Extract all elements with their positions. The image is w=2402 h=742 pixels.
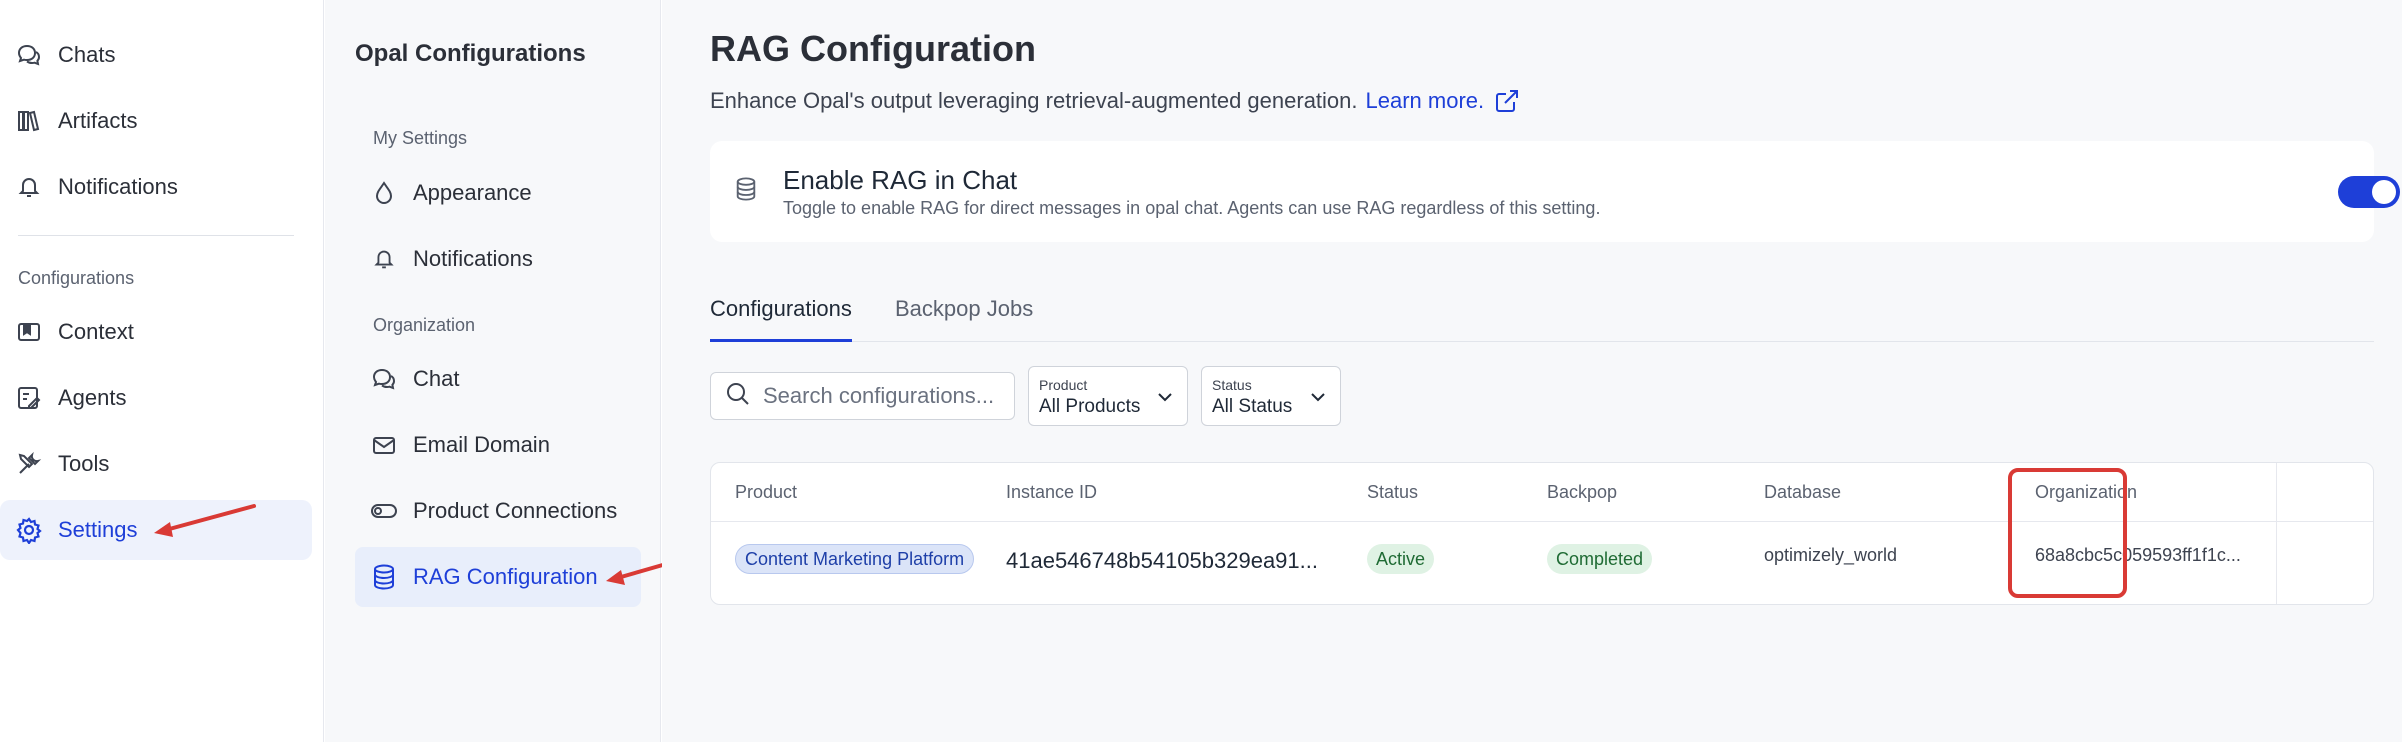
status-highlight-box xyxy=(2008,468,2127,598)
tools-icon xyxy=(14,449,44,479)
subnav-item-appearance[interactable]: Appearance xyxy=(355,163,641,223)
toggle-knob xyxy=(2372,180,2396,204)
subnav-item-chat[interactable]: Chat xyxy=(355,349,641,409)
bell-icon xyxy=(369,244,399,274)
settings-subnav: Opal Configurations My Settings Appearan… xyxy=(325,0,661,742)
status-filter-dropdown[interactable]: Status All Status xyxy=(1201,366,1341,426)
nav-label: Notifications xyxy=(58,174,178,199)
product-chip: Content Marketing Platform xyxy=(735,544,975,574)
external-link-icon[interactable] xyxy=(1494,88,1520,114)
search-icon xyxy=(725,381,751,412)
column-divider xyxy=(2276,463,2277,604)
nav-label: Agents xyxy=(58,385,127,410)
subnav-item-notifications[interactable]: Notifications xyxy=(355,229,641,289)
page-title: RAG Configuration xyxy=(710,28,1036,69)
annotation-arrow-settings xyxy=(154,504,256,537)
column-header-product[interactable]: Product xyxy=(735,482,797,503)
enable-rag-card: Enable RAG in Chat Toggle to enable RAG … xyxy=(710,141,2400,242)
subnav-label: Product Connections xyxy=(413,498,618,523)
subnav-label: Appearance xyxy=(413,180,532,205)
chat-icon xyxy=(369,364,399,394)
nav-label: Tools xyxy=(58,451,110,476)
tab-configurations[interactable]: Configurations xyxy=(710,296,852,342)
main-nav: Chats Artifacts Notifications Configurat… xyxy=(0,0,324,742)
droplet-icon xyxy=(369,178,399,208)
subnav-label: Chat xyxy=(413,366,460,391)
status-filter-label: Status xyxy=(1212,377,1252,393)
nav-label: Chats xyxy=(58,42,116,67)
nav-label: Settings xyxy=(58,517,138,542)
search-input[interactable]: Search configurations... xyxy=(710,372,1015,420)
page-description-text: Enhance Opal's output leveraging retriev… xyxy=(710,88,1358,113)
nav-divider xyxy=(18,235,294,236)
nav-item-chats[interactable]: Chats xyxy=(0,25,312,85)
backpop-badge: Completed xyxy=(1547,544,1653,574)
subnav-label: RAG Configuration xyxy=(413,564,598,589)
column-header-status[interactable]: Status xyxy=(1367,482,1418,503)
database-icon xyxy=(734,175,758,208)
artifacts-icon xyxy=(14,106,44,136)
tab-backpop-jobs[interactable]: Backpop Jobs xyxy=(895,296,1033,342)
column-header-instance-id[interactable]: Instance ID xyxy=(1006,482,1097,503)
subnav-title: Opal Configurations xyxy=(355,40,586,67)
status-filter-value: All Status xyxy=(1212,396,1293,417)
nav-item-tools[interactable]: Tools xyxy=(0,434,312,494)
nav-label: Context xyxy=(58,319,134,344)
nav-item-context[interactable]: Context xyxy=(0,302,312,362)
column-header-backpop[interactable]: Backpop xyxy=(1547,482,1617,503)
subnav-label: Notifications xyxy=(413,246,533,271)
subnav-section-organization: Organization xyxy=(373,315,476,335)
agents-icon xyxy=(14,383,44,413)
product-filter-label: Product xyxy=(1039,377,1088,393)
status-badge: Active xyxy=(1367,544,1435,574)
product-filter-value: All Products xyxy=(1039,396,1141,417)
subnav-item-email-domain[interactable]: Email Domain xyxy=(355,415,641,475)
bell-icon xyxy=(14,172,44,202)
nav-item-agents[interactable]: Agents xyxy=(0,368,312,428)
enable-rag-toggle[interactable] xyxy=(2338,176,2400,208)
context-icon xyxy=(14,317,44,347)
subnav-label: Email Domain xyxy=(413,432,550,457)
subnav-item-rag-configuration[interactable]: RAG Configuration xyxy=(355,547,641,607)
nav-item-artifacts[interactable]: Artifacts xyxy=(0,91,312,151)
nav-label: Artifacts xyxy=(58,108,138,133)
database-cell: optimizely_world xyxy=(1764,545,1898,565)
main-content: RAG Configuration Enhance Opal's output … xyxy=(662,0,2402,742)
chevron-down-icon xyxy=(1308,387,1328,412)
chevron-down-icon xyxy=(1155,387,1175,412)
page-description: Enhance Opal's output leveraging retriev… xyxy=(710,88,1520,114)
subnav-item-product-connections[interactable]: Product Connections xyxy=(355,481,641,541)
search-placeholder: Search configurations... xyxy=(763,383,995,408)
instance-id-cell: 41ae546748b54105b329ea91... xyxy=(1006,548,1318,573)
mail-icon xyxy=(369,430,399,460)
nav-item-notifications[interactable]: Notifications xyxy=(0,157,312,217)
nav-section-configurations: Configurations xyxy=(18,268,135,288)
database-icon xyxy=(369,562,399,592)
product-filter-dropdown[interactable]: Product All Products xyxy=(1028,366,1188,426)
rag-card-title: Enable RAG in Chat xyxy=(783,165,1018,195)
learn-more-link[interactable]: Learn more. xyxy=(1366,88,1485,114)
column-header-database[interactable]: Database xyxy=(1764,482,1841,503)
toggle-icon xyxy=(369,496,399,526)
subnav-section-my-settings: My Settings xyxy=(373,128,468,148)
chats-icon xyxy=(14,40,44,70)
tabs: Configurations Backpop Jobs xyxy=(710,288,2374,342)
gear-icon xyxy=(14,515,44,545)
rag-card-description: Toggle to enable RAG for direct messages… xyxy=(783,198,1601,218)
